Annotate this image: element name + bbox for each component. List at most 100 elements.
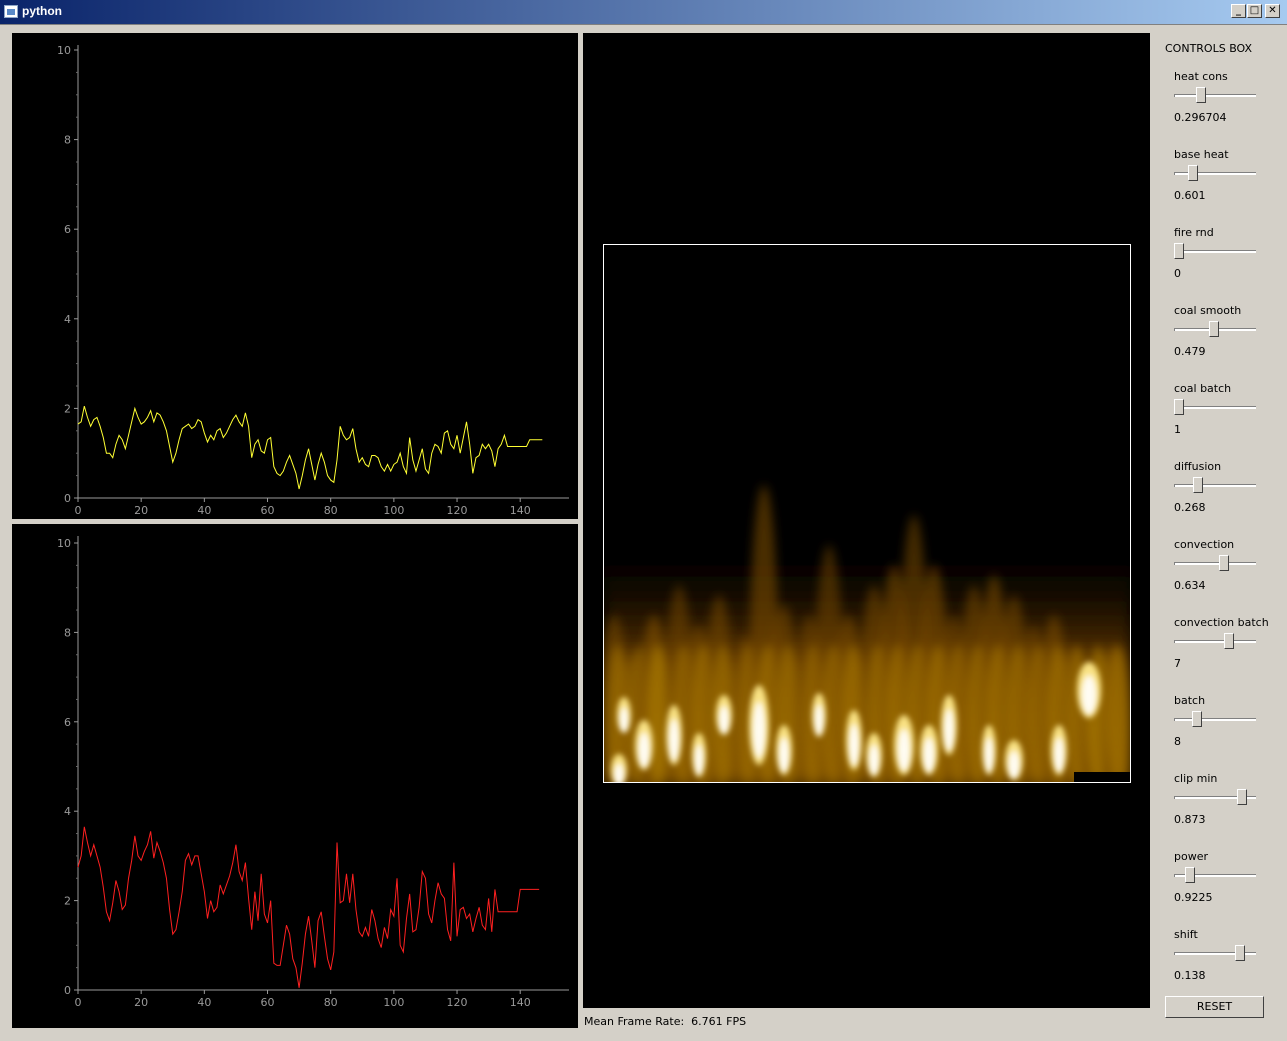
close-button[interactable]: ✕: [1265, 4, 1280, 18]
x-tick-label: 40: [197, 504, 211, 517]
window-title: python: [22, 4, 62, 18]
maximize-button[interactable]: □: [1247, 4, 1262, 18]
slider-value-convection-batch: 7: [1174, 657, 1181, 670]
x-tick-label: 60: [261, 504, 275, 517]
slider-label-base-heat: base heat: [1174, 148, 1229, 161]
y-tick-label: 2: [64, 895, 71, 908]
slider-handle-power[interactable]: [1184, 867, 1195, 883]
slider-handle-shift[interactable]: [1235, 945, 1246, 961]
minimize-button[interactable]: _: [1231, 4, 1246, 18]
series-line: [77, 826, 540, 988]
fire-hotspot-core: [898, 729, 910, 771]
slider-value-coal-batch: 1: [1174, 423, 1181, 436]
fire-hotspot-core: [669, 719, 679, 761]
app-icon: [4, 5, 18, 18]
slider-label-clip-min: clip min: [1174, 772, 1218, 785]
x-tick-label: 100: [383, 504, 404, 517]
fire-simulation-image: [603, 244, 1131, 783]
x-tick-label: 80: [324, 504, 338, 517]
fire-hotspot-core: [944, 709, 954, 751]
slider-label-diffusion: diffusion: [1174, 460, 1222, 473]
controls-box: CONTROLS BOX heat cons 0.296704 base heat 0…: [1152, 30, 1282, 1030]
x-tick-label: 0: [75, 504, 82, 517]
slider-track-coal-batch[interactable]: [1174, 406, 1256, 409]
slider-label-fire-rnd: fire rnd: [1174, 226, 1214, 239]
slider-label-shift: shift: [1174, 928, 1198, 941]
bottom-line-plot[interactable]: 0 2 4 6 8 10 0 20 40 60 80 100 120 140: [12, 524, 578, 1028]
controls-title: CONTROLS BOX: [1165, 42, 1253, 55]
y-tick-label: 10: [57, 44, 71, 57]
x-tick-label: 40: [197, 996, 211, 1009]
slider-handle-fire-rnd[interactable]: [1174, 243, 1184, 259]
y-tick-label: 8: [64, 626, 71, 639]
y-tick-label: 10: [57, 537, 71, 550]
fire-hotspot-core: [1054, 737, 1064, 773]
fire-hotspot-core: [1008, 751, 1020, 779]
y-tick-label: 0: [64, 984, 71, 997]
bottom-plot-svg: 02468100 20 40 60 80 100 120 140: [57, 536, 569, 1009]
slider-value-base-heat: 0.601: [1174, 189, 1206, 202]
top-plot-svg: 02468100 20 40 60 80 100 120 140: [57, 44, 569, 517]
slider-value-batch: 8: [1174, 735, 1181, 748]
slider-label-convection-batch: convection batch: [1174, 616, 1269, 629]
x-tick-label: 80: [324, 996, 338, 1009]
slider-label-coal-batch: coal batch: [1174, 382, 1232, 395]
frame-rate-label: Mean Frame Rate:: [584, 1015, 685, 1028]
top-line-plot[interactable]: 0 2 4 6 8 10 0 20 40 60 80 100 120 140: [12, 33, 578, 519]
slider-value-convection: 0.634: [1174, 579, 1206, 592]
x-tick-label: 20: [134, 504, 148, 517]
slider-value-coal-smooth: 0.479: [1174, 345, 1206, 358]
slider-value-shift: 0.138: [1174, 969, 1206, 982]
slider-track-convection[interactable]: [1174, 562, 1256, 565]
fire-hotspot-core: [753, 702, 765, 758]
slider-handle-base-heat[interactable]: [1188, 165, 1199, 181]
slider-track-fire-rnd[interactable]: [1174, 250, 1256, 253]
x-tick-label: 140: [510, 504, 531, 517]
fire-hotspot-core: [719, 706, 729, 734]
slider-handle-clip-min[interactable]: [1236, 789, 1247, 805]
slider-track-batch[interactable]: [1174, 718, 1256, 721]
fire-hotspot-core: [814, 704, 824, 736]
slider-value-fire-rnd: 0: [1174, 267, 1181, 280]
y-tick-label: 8: [64, 134, 71, 147]
reset-button[interactable]: RESET: [1165, 996, 1264, 1018]
series-line: [77, 406, 543, 490]
x-tick-label: 140: [510, 996, 531, 1009]
slider-track-base-heat[interactable]: [1174, 172, 1256, 175]
x-tick-label: 120: [447, 504, 468, 517]
slider-handle-convection-batch[interactable]: [1224, 633, 1235, 649]
slider-handle-heat-cons[interactable]: [1195, 87, 1206, 103]
y-tick-label: 4: [64, 805, 71, 818]
fire-hotspot-core: [849, 724, 859, 766]
slider-label-coal-smooth: coal smooth: [1174, 304, 1242, 317]
fire-hotspot-core: [694, 744, 704, 776]
x-tick-label: 100: [383, 996, 404, 1009]
fire-plume-core: [1107, 645, 1129, 782]
x-tick-label: 60: [261, 996, 275, 1009]
frame-rate-value: 6.761 FPS: [691, 1015, 747, 1028]
slider-track-diffusion[interactable]: [1174, 484, 1256, 487]
slider-handle-convection[interactable]: [1219, 555, 1230, 571]
slider-handle-diffusion[interactable]: [1193, 477, 1204, 493]
slider-handle-batch[interactable]: [1192, 711, 1202, 727]
fire-image-svg: [604, 485, 1130, 782]
x-tick-label: 20: [134, 996, 148, 1009]
fire-hotspot-core: [869, 744, 879, 776]
fire-hotspot-core: [779, 737, 789, 773]
y-tick-label: 6: [64, 223, 71, 236]
slider-label-batch: batch: [1174, 694, 1206, 707]
x-tick-label: 0: [75, 996, 82, 1009]
slider-handle-coal-batch[interactable]: [1174, 399, 1184, 415]
fire-hotspot-core: [984, 737, 994, 773]
slider-track-convection-batch[interactable]: [1174, 640, 1256, 643]
slider-value-heat-cons: 0.296704: [1174, 111, 1227, 124]
slider-value-power: 0.9225: [1174, 891, 1213, 904]
slider-value-clip-min: 0.873: [1174, 813, 1206, 826]
x-tick-label: 120: [447, 996, 468, 1009]
y-tick-label: 2: [64, 402, 71, 415]
y-tick-label: 6: [64, 716, 71, 729]
slider-track-heat-cons[interactable]: [1174, 94, 1256, 97]
fire-image-view[interactable]: [583, 33, 1150, 1008]
title-bar: python _ □ ✕: [0, 0, 1287, 25]
slider-handle-coal-smooth[interactable]: [1208, 321, 1219, 337]
